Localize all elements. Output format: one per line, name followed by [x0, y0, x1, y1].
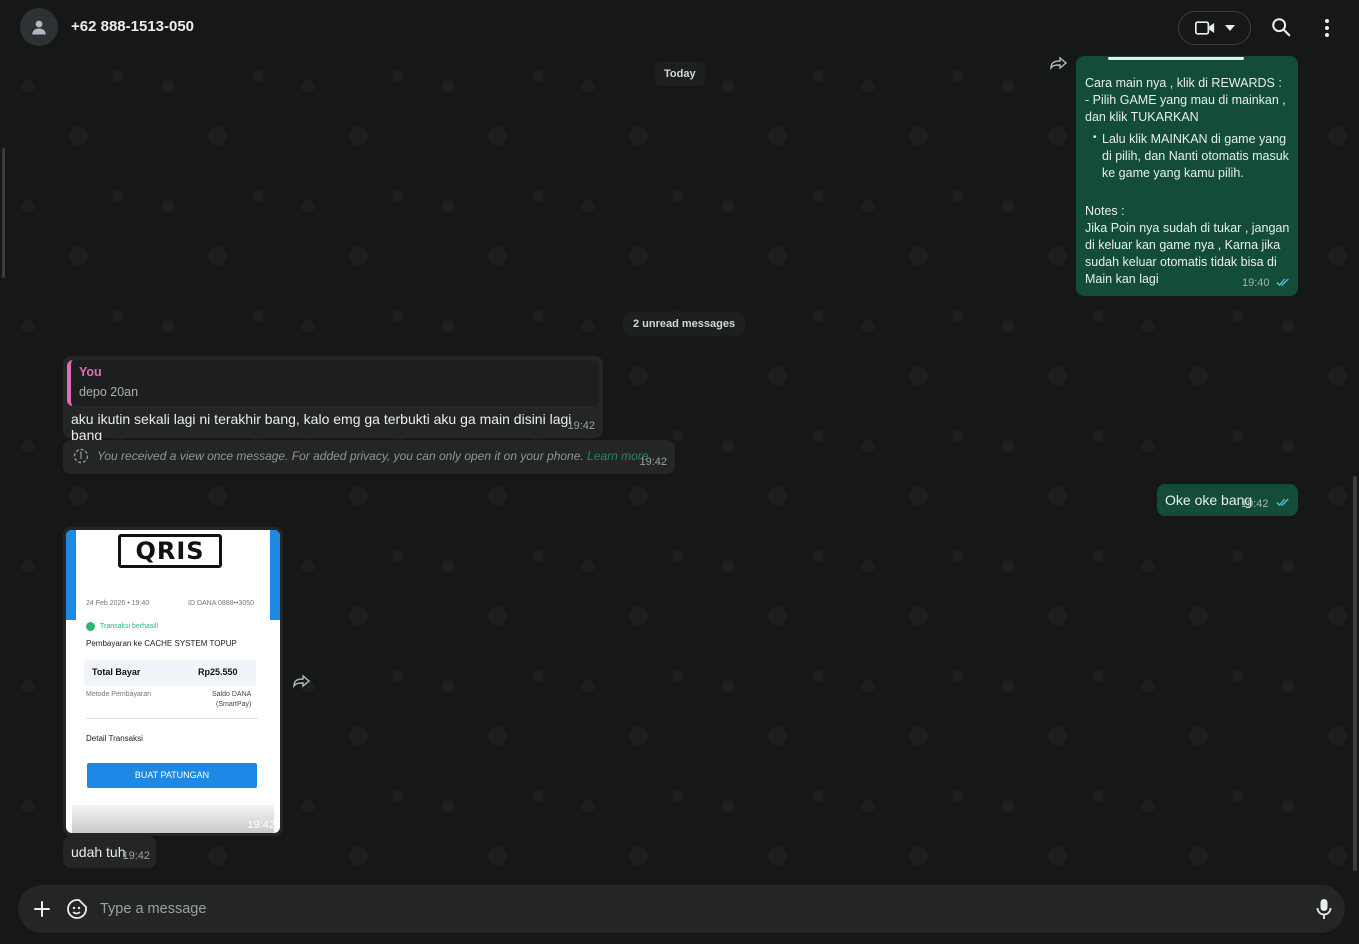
left-scrollbar[interactable] [0, 56, 8, 944]
message-text: Oke oke bang [1165, 492, 1253, 508]
video-icon [1194, 21, 1214, 35]
message-time: 19:42 [1241, 498, 1269, 510]
view-once-message: You received a view once message. For ad… [97, 449, 584, 463]
receipt-button: BUAT PATUNGAN [87, 763, 257, 788]
message-composer [18, 885, 1345, 933]
receipt-date: 24 Feb 2026 • 19:40 [86, 600, 150, 607]
qris-logo: QRIS [118, 534, 222, 568]
message-time: 19:42 [247, 819, 275, 831]
receipt-method-value-2: (SmartPay) [216, 701, 252, 708]
chat-area: Today Cara main nya , klik di REWARDS : … [8, 56, 1351, 876]
receipt-merchant: Pembayaran ke CACHE SYSTEM TOPUP [86, 639, 237, 648]
chat-header: +62 888-1513-050 [0, 0, 1359, 56]
message-outgoing-oke[interactable]: Oke oke bang 19:42 [1157, 484, 1298, 516]
quoted-message[interactable]: You depo 20an [67, 360, 599, 406]
receipt-method-label: Metode Pembayaran [86, 691, 151, 698]
mic-icon[interactable] [1316, 898, 1332, 920]
message-incoming-reply[interactable]: You depo 20an aku ikutin sekali lagi ni … [63, 356, 603, 443]
quote-text: depo 20an [79, 385, 139, 399]
receipt-status: Transaksi berhasil! [100, 623, 159, 630]
contact-name[interactable]: +62 888-1513-050 [71, 18, 194, 35]
message-time: 19:42 [122, 850, 150, 862]
message-text: Cara main nya , klik di REWARDS : - Pili… [1085, 76, 1286, 124]
search-button[interactable] [1270, 16, 1294, 40]
double-check-icon [1276, 498, 1289, 507]
video-call-button[interactable] [1178, 11, 1251, 45]
date-separator: Today [654, 62, 706, 86]
forward-icon[interactable] [1049, 56, 1067, 70]
sticker-icon[interactable] [66, 898, 88, 920]
message-time: 19:42 [639, 456, 667, 468]
message-image[interactable]: QRIS 24 Feb 2026 • 19:40 ID DANA 0888••3… [63, 527, 283, 836]
receipt-image[interactable]: QRIS 24 Feb 2026 • 19:40 ID DANA 0888••3… [66, 530, 280, 833]
quoted-bar [1108, 57, 1244, 60]
unread-separator: 2 unread messages [623, 312, 746, 336]
message-time: 19:42 [567, 420, 595, 432]
menu-dots-icon [1325, 19, 1329, 37]
receipt-method-value: Saldo DANA [212, 691, 252, 698]
avatar[interactable] [20, 8, 58, 46]
message-incoming-udah[interactable]: udah tuh 19:42 [63, 836, 156, 868]
message-input[interactable] [100, 899, 1280, 919]
message-text: udah tuh [71, 844, 126, 860]
chevron-down-icon [1224, 25, 1235, 31]
search-icon [1272, 18, 1291, 37]
receipt-id: ID DANA 0888••3050 [188, 600, 254, 607]
message-text: aku ikutin sekali lagi ni terakhir bang,… [71, 411, 572, 443]
forward-icon[interactable] [292, 674, 310, 688]
message-bullet: Lalu klik MAINKAN di game yang di pilih,… [1093, 129, 1297, 182]
plus-icon[interactable] [32, 899, 52, 919]
receipt-total-label: Total Bayar [92, 667, 141, 677]
receipt-detail-label: Detail Transaksi [86, 734, 143, 743]
double-check-icon [1276, 278, 1289, 287]
message-outgoing-instructions[interactable]: Cara main nya , klik di REWARDS : - Pili… [1076, 56, 1298, 296]
message-view-once[interactable]: You received a view once message. For ad… [63, 440, 675, 474]
view-once-text: You received a view once message. For ad… [97, 449, 648, 463]
menu-button[interactable] [1316, 16, 1338, 40]
person-icon [32, 20, 46, 35]
message-time: 19:40 [1241, 277, 1270, 289]
chat-scrollbar[interactable] [1351, 56, 1359, 876]
message-meta: 19:40 [1242, 274, 1290, 292]
success-check-icon [86, 622, 95, 631]
quote-author: You [79, 365, 102, 379]
view-once-icon [73, 448, 89, 464]
receipt-total-value: Rp25.550 [198, 667, 238, 677]
